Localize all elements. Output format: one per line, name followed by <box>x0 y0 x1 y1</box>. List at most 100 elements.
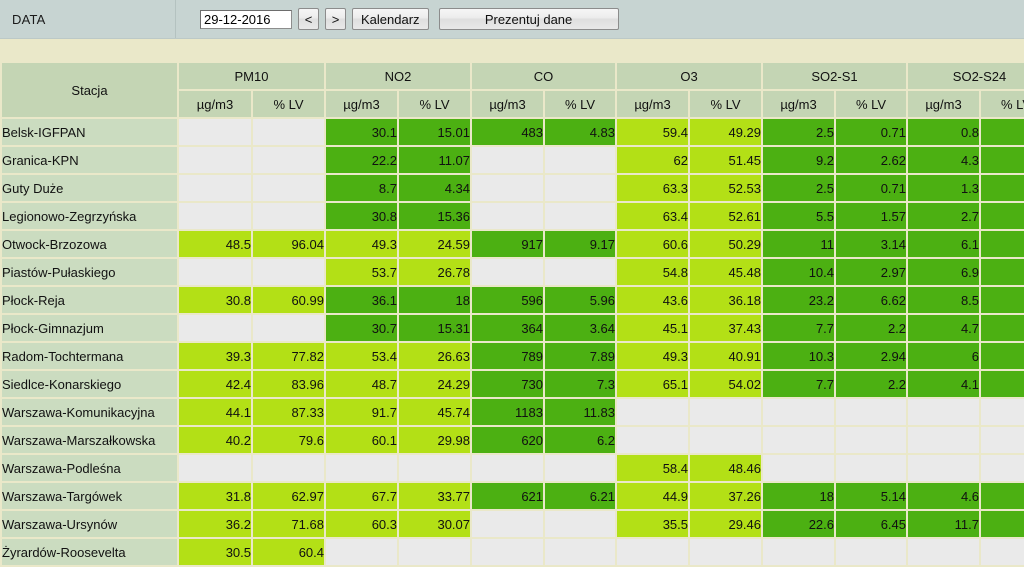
value-cell: 59.4 <box>617 119 689 145</box>
present-data-button[interactable]: Prezentuj dane <box>438 8 619 30</box>
value-cell-empty <box>690 427 762 453</box>
value-cell: 45.48 <box>690 259 762 285</box>
value-cell: 9.32 <box>981 511 1024 537</box>
header-unit-pct: % LV <box>253 91 324 117</box>
value-cell-empty <box>253 455 324 481</box>
value-cell: 620 <box>472 427 544 453</box>
value-cell-empty <box>545 539 616 565</box>
table-row: Guty Duże 8.74.34 63.352.532.50.711.31.04 <box>2 175 1024 201</box>
value-cell: 15.01 <box>399 119 471 145</box>
value-cell-empty <box>763 427 835 453</box>
header-group-so2-s1: SO2-S1 <box>763 63 907 89</box>
value-cell: 31.8 <box>179 483 251 509</box>
value-cell: 5.96 <box>545 287 616 313</box>
value-cell: 50.29 <box>690 231 762 257</box>
value-cell: 5.5 <box>981 259 1024 285</box>
value-cell: 7.7 <box>763 315 835 341</box>
value-cell: 4.34 <box>399 175 471 201</box>
header-group-pm10: PM10 <box>179 63 324 89</box>
value-cell: 42.4 <box>179 371 251 397</box>
value-cell: 15.31 <box>399 315 471 341</box>
value-cell: 1183 <box>472 399 544 425</box>
value-cell: 30.8 <box>179 287 251 313</box>
station-name-cell: Warszawa-Ursynów <box>2 511 177 537</box>
value-cell: 71.68 <box>253 511 324 537</box>
station-name-cell: Żyrardów-Roosevelta <box>2 539 177 565</box>
value-cell-empty <box>472 147 544 173</box>
value-cell-empty <box>472 259 544 285</box>
station-name-cell: Płock-Reja <box>2 287 177 313</box>
value-cell: 5.5 <box>763 203 835 229</box>
value-cell: 49.3 <box>326 231 397 257</box>
value-cell: 87.33 <box>253 399 324 425</box>
value-cell-empty <box>253 315 324 341</box>
station-name-cell: Warszawa-Komunikacyjna <box>2 399 177 425</box>
table-row: Granica-KPN 22.211.07 6251.459.22.624.33.4… <box>2 147 1024 173</box>
value-cell: 596 <box>472 287 544 313</box>
header-unit-pct: % LV <box>836 91 907 117</box>
header-unit-conc: µg/m3 <box>763 91 835 117</box>
value-cell: 0.64 <box>981 119 1024 145</box>
value-cell: 62.97 <box>253 483 324 509</box>
value-cell: 6.77 <box>981 287 1024 313</box>
value-cell: 48.5 <box>179 231 251 257</box>
header-group-row: Stacja PM10 NO2 CO O3 SO2-S1 SO2-S24 <box>2 63 1024 117</box>
value-cell: 53.7 <box>326 259 397 285</box>
value-cell: 96.04 <box>253 231 324 257</box>
value-cell: 917 <box>472 231 544 257</box>
header-unit-conc: µg/m3 <box>326 91 397 117</box>
header-group-so2-s24: SO2-S24 <box>908 63 1024 89</box>
value-cell: 364 <box>472 315 544 341</box>
value-cell: 22.2 <box>326 147 397 173</box>
value-cell: 8.7 <box>326 175 397 201</box>
value-cell: 730 <box>472 371 544 397</box>
station-name-cell: Warszawa-Podleśna <box>2 455 177 481</box>
value-cell: 54.8 <box>617 259 689 285</box>
value-cell-empty <box>690 399 762 425</box>
value-cell: 621 <box>472 483 544 509</box>
value-cell: 30.7 <box>326 315 397 341</box>
value-cell-empty <box>253 119 324 145</box>
value-cell: 36.1 <box>326 287 397 313</box>
value-cell: 4.83 <box>545 119 616 145</box>
header-group-co: CO <box>472 63 616 89</box>
value-cell: 1.04 <box>981 175 1024 201</box>
value-cell: 63.4 <box>617 203 689 229</box>
station-name-cell: Otwock-Brzozowa <box>2 231 177 257</box>
value-cell: 11.83 <box>545 399 616 425</box>
value-cell-empty <box>399 539 471 565</box>
next-day-button[interactable]: > <box>325 8 346 30</box>
table-row: Żyrardów-Roosevelta 30.5 60.4 <box>2 539 1024 565</box>
calendar-button[interactable]: Kalendarz <box>352 8 429 30</box>
value-cell: 43.6 <box>617 287 689 313</box>
value-cell: 5.14 <box>836 483 907 509</box>
table-row: Belsk-IGFPAN 30.1 15.01 483 4.83 59.4 49.29 2.5… <box>2 119 1024 145</box>
value-cell-empty <box>253 147 324 173</box>
value-cell: 33.77 <box>399 483 471 509</box>
value-cell-empty <box>326 455 397 481</box>
value-cell: 54.02 <box>690 371 762 397</box>
value-cell: 49.29 <box>690 119 762 145</box>
value-cell: 67.7 <box>326 483 397 509</box>
header-unit-pct: % LV <box>981 91 1024 117</box>
value-cell-empty <box>617 427 689 453</box>
value-cell-empty <box>690 539 762 565</box>
previous-day-button[interactable]: < <box>298 8 319 30</box>
value-cell: 1.3 <box>908 175 980 201</box>
table-row: Piastów-Pułaskiego 53.7 26.78 54.8 45.48 10.4… <box>2 259 1024 285</box>
value-cell: 53.4 <box>326 343 397 369</box>
value-cell: 44.9 <box>617 483 689 509</box>
value-cell-empty <box>617 399 689 425</box>
header-unit-conc: µg/m3 <box>179 91 251 117</box>
value-cell-empty <box>179 259 251 285</box>
value-cell-empty <box>908 399 980 425</box>
table-header: Stacja PM10 NO2 CO O3 SO2-S1 SO2-S24 µg/… <box>2 63 1024 117</box>
value-cell-empty <box>399 455 471 481</box>
value-cell: 52.61 <box>690 203 762 229</box>
value-cell: 62 <box>617 147 689 173</box>
date-input[interactable] <box>200 9 292 29</box>
value-cell: 2.5 <box>763 175 835 201</box>
value-cell: 3.27 <box>981 371 1024 397</box>
value-cell-empty <box>763 455 835 481</box>
value-cell: 4.86 <box>981 231 1024 257</box>
